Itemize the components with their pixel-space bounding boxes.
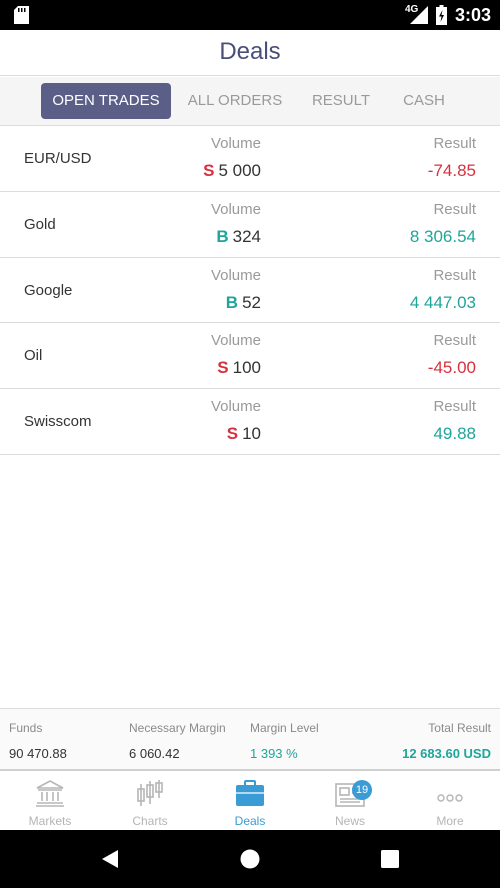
volume-amount: 52 [242, 292, 261, 312]
recents-icon[interactable] [381, 850, 399, 868]
trade-row[interactable]: Oil Volume S 100 Result -45.00 [0, 323, 500, 390]
result-value: -74.85 [427, 161, 476, 180]
tab-open-trades[interactable]: OPEN TRADES [41, 83, 171, 119]
margin-level-summary: Margin Level 1 393 % [250, 721, 319, 761]
nav-deals[interactable]: Deals [200, 773, 300, 830]
back-icon[interactable] [100, 849, 120, 869]
result-label: Result [433, 200, 476, 218]
trade-row[interactable]: EUR/USD Volume S5 000 Result -74.85 [0, 126, 500, 192]
tab-result[interactable]: RESULT [300, 83, 382, 119]
summary-label: Total Result [428, 721, 491, 735]
side-indicator: B [225, 292, 239, 312]
volume-amount: 100 [232, 358, 261, 378]
volume-value: S 100 [217, 358, 261, 378]
system-nav-bar [0, 830, 500, 888]
instrument-name: Google [24, 281, 73, 299]
summary-label: Margin Level [250, 721, 319, 735]
nav-label: Charts [132, 814, 168, 828]
volume-value: B 324 [216, 227, 261, 247]
volume-label: Volume [210, 398, 261, 416]
side-indicator: S [217, 358, 229, 378]
volume-amount: 324 [232, 226, 261, 246]
trades-list: EUR/USD Volume S5 000 Result -74.85 Gold… [0, 126, 500, 455]
instrument-name: Oil [24, 347, 43, 365]
volume-value: B 52 [226, 293, 261, 313]
nav-label: More [436, 814, 464, 828]
nav-label: News [334, 814, 365, 828]
nav-label: Deals [234, 814, 266, 828]
sd-card-icon [14, 6, 29, 24]
trade-row[interactable]: Google Volume B 52 Result 4 447.03 [0, 258, 500, 324]
summary-value: 6 060.42 [129, 746, 180, 761]
result-label: Result [433, 332, 476, 350]
home-icon[interactable] [240, 849, 260, 869]
result-value: 8 306.54 [409, 226, 476, 246]
nav-news[interactable]: 19 News [300, 773, 400, 830]
bank-icon [36, 780, 64, 807]
battery-icon [436, 5, 447, 25]
status-bar: 4G 3:03 [0, 0, 500, 30]
nav-label: Markets [28, 814, 72, 828]
volume-label: Volume [210, 332, 261, 350]
volume-amount: 5 000 [218, 161, 261, 180]
volume-amount: 10 [242, 424, 261, 444]
necessary-margin-summary: Necessary Margin 6 060.42 [129, 721, 226, 761]
side-indicator: B [216, 226, 229, 246]
side-indicator: S [226, 424, 239, 444]
result-value: 4 447.03 [409, 292, 476, 312]
trade-row[interactable]: Gold Volume B 324 Result 8 306.54 [0, 192, 500, 258]
volume-label: Volume [210, 200, 261, 218]
news-badge: 19 [352, 780, 372, 800]
summary-label: Funds [9, 721, 43, 735]
volume-value: S5 000 [203, 161, 261, 181]
trade-row[interactable]: Swisscom Volume S 10 Result 49.88 [0, 389, 500, 455]
total-result-summary: Total Result 12 683.60 USD [402, 721, 491, 761]
briefcase-icon [236, 780, 264, 806]
result-label: Result [433, 135, 476, 152]
volume-label: Volume [210, 266, 261, 284]
funds-summary: Funds 90 470.88 [9, 721, 67, 761]
volume-value: S 10 [227, 424, 261, 444]
volume-label: Volume [210, 135, 261, 152]
instrument-name: Gold [24, 215, 56, 233]
account-summary: Funds 90 470.88 Necessary Margin 6 060.4… [0, 708, 500, 771]
more-dots-icon [437, 794, 463, 802]
result-label: Result [433, 266, 476, 284]
nav-charts[interactable]: Charts [100, 773, 200, 830]
nav-more[interactable]: More [400, 773, 500, 830]
instrument-name: EUR/USD [24, 150, 92, 167]
instrument-name: Swisscom [24, 413, 92, 431]
tab-cash[interactable]: CASH [392, 83, 456, 119]
summary-value: 12 683.60 USD [402, 746, 491, 761]
summary-value: 90 470.88 [9, 746, 67, 761]
tab-all-orders[interactable]: ALL ORDERS [182, 83, 288, 119]
header: Deals [0, 30, 500, 76]
side-indicator: S [203, 161, 215, 180]
summary-value: 1 393 % [250, 746, 298, 761]
page-title: Deals [219, 38, 281, 65]
result-value: -45.00 [427, 358, 476, 378]
candlestick-icon [137, 780, 163, 806]
tabs-bar: OPEN TRADES ALL ORDERS RESULT CASH [0, 77, 500, 126]
result-label: Result [433, 398, 476, 416]
clock: 3:03 [455, 5, 492, 25]
bottom-nav: Markets Charts Deals 19 News More [0, 773, 500, 830]
summary-label: Necessary Margin [129, 721, 226, 735]
nav-markets[interactable]: Markets [0, 773, 100, 830]
signal-icon [410, 6, 428, 24]
result-value: 49.88 [433, 424, 476, 444]
